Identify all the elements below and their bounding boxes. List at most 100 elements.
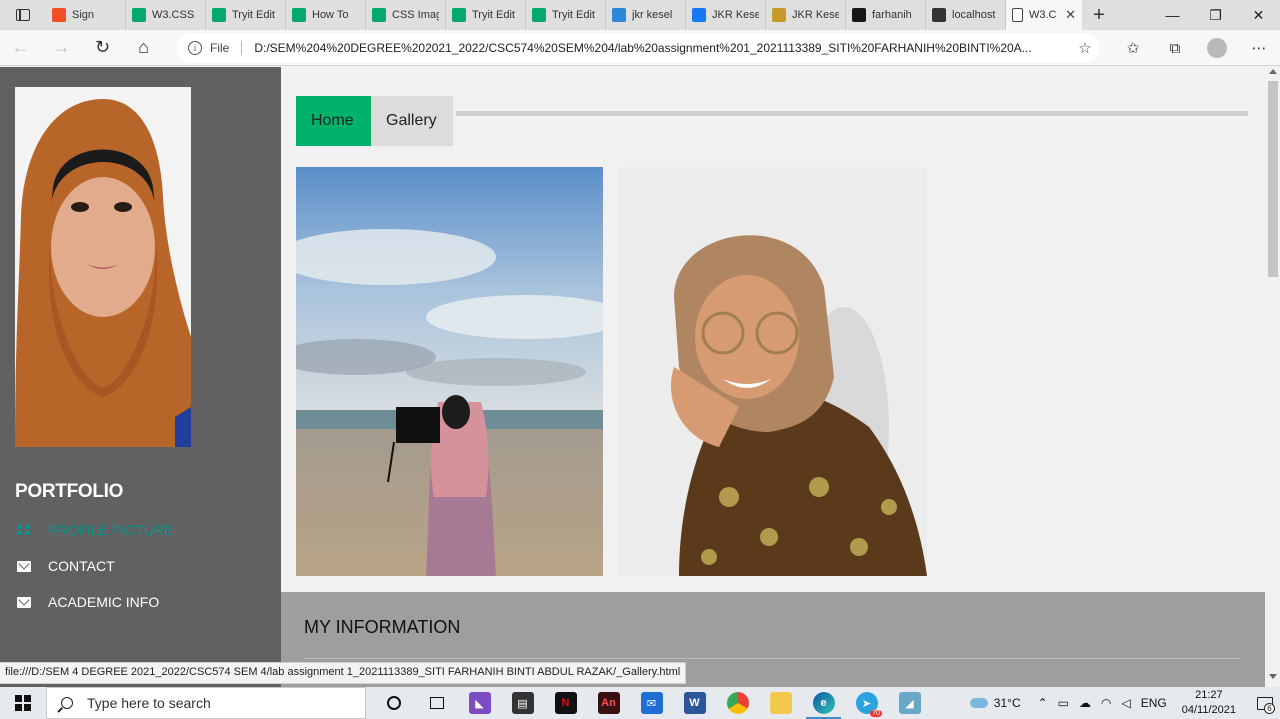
scroll-down-icon[interactable] (1269, 674, 1277, 679)
animate-icon[interactable]: An (587, 687, 630, 719)
netflix-icon[interactable]: N (544, 687, 587, 719)
nav-home[interactable]: Home (296, 96, 371, 146)
file-explorer-icon[interactable] (759, 687, 802, 719)
portrait-photo-image (619, 167, 927, 576)
profile-picture (15, 87, 191, 447)
info-icon[interactable]: i (188, 41, 202, 55)
browser-tab-label: jkr kesel (632, 9, 673, 21)
refresh-button[interactable]: ↻ (82, 37, 123, 58)
scroll-up-icon[interactable] (1269, 69, 1277, 74)
scrollbar-thumb[interactable] (1268, 81, 1278, 277)
add-favorite-icon[interactable]: ☆ (1070, 39, 1100, 57)
back-button[interactable]: ← (0, 37, 41, 58)
envelope-icon (17, 560, 31, 572)
main-content: Home Gallery MY INFORMATION (281, 67, 1265, 687)
browser-tab-active[interactable]: W3.C ✕ (1006, 0, 1082, 30)
status-url: file:///D:/SEM 4 DEGREE 2021_2022/CSC574… (0, 662, 687, 684)
taskbar-search[interactable]: Type here to search (46, 687, 366, 719)
onedrive-icon[interactable]: ☁ (1079, 696, 1091, 710)
browser-tab-label: JKR Kese (792, 9, 839, 21)
profile-avatar[interactable] (1207, 38, 1227, 58)
favorites-icon[interactable]: ✩ (1112, 39, 1154, 57)
browser-tab[interactable]: Tryit Edit (526, 0, 606, 30)
show-hidden-icons-icon[interactable]: ⌃ (1038, 696, 1048, 710)
weather-widget[interactable]: 31°C (969, 696, 1021, 710)
page-scrollbar[interactable] (1265, 67, 1280, 687)
maximize-button[interactable]: ❐ (1194, 0, 1237, 30)
section-title: MY INFORMATION (304, 617, 461, 637)
store-icon[interactable]: ▤ (501, 687, 544, 719)
url-text[interactable]: D:/SEM%204%20DEGREE%202021_2022/CSC574%2… (254, 41, 1070, 55)
telegram-icon[interactable]: ➤ 70 (845, 687, 888, 719)
search-placeholder: Type here to search (87, 695, 211, 711)
word-icon[interactable]: W (673, 687, 716, 719)
volume-icon[interactable]: ◁ (1122, 696, 1131, 710)
visual-studio-icon[interactable]: ◣ (458, 687, 501, 719)
close-tab-icon[interactable]: ✕ (1065, 7, 1076, 23)
clock[interactable]: 21:27 04/11/2021 (1182, 688, 1236, 718)
browser-tab[interactable]: JKR Kese (686, 0, 766, 30)
wifi-icon[interactable]: ◠ (1101, 696, 1111, 710)
cortana-icon[interactable] (372, 687, 415, 719)
close-window-button[interactable]: ✕ (1237, 0, 1280, 30)
browser-tab[interactable]: jkr kesel (606, 0, 686, 30)
language-indicator[interactable]: ENG (1141, 696, 1167, 710)
facebook-icon (692, 8, 706, 22)
sidebar-item-academic-info[interactable]: ACADEMIC INFO (17, 594, 159, 610)
settings-menu-icon[interactable]: ⋯ (1238, 39, 1280, 57)
browser-tab-label: JKR Kese (712, 9, 759, 21)
app-icon[interactable]: ◢ (888, 687, 931, 719)
tab-actions-icon (16, 9, 30, 21)
new-tab-button[interactable]: + (1082, 0, 1116, 30)
browser-tab[interactable]: Tryit Edit (446, 0, 526, 30)
browser-tab[interactable]: How To (286, 0, 366, 30)
github-icon (852, 8, 866, 22)
sidebar-title: PORTFOLIO (15, 481, 124, 502)
sidebar-item-contact[interactable]: CONTACT (17, 558, 115, 574)
gallery-photo-portrait (619, 167, 927, 576)
browser-tab[interactable]: W3.CSS (126, 0, 206, 30)
weather-icon (969, 698, 988, 708)
start-button[interactable] (0, 687, 46, 719)
taskbar: Type here to search ◣ ▤ N An ✉ W e ➤ 70 … (0, 687, 1280, 719)
notification-count: 6 (1264, 703, 1275, 714)
tab-actions-button[interactable] (0, 0, 46, 30)
sidebar-item-label: CONTACT (48, 558, 115, 574)
forward-button[interactable]: → (41, 37, 82, 58)
browser-tab-label: farhanih (872, 9, 912, 21)
browser-tab[interactable]: Sign (46, 0, 126, 30)
w3schools-icon (292, 8, 306, 22)
mail-icon[interactable]: ✉ (630, 687, 673, 719)
battery-icon[interactable]: ▭ (1058, 696, 1069, 710)
browser-tab-label: localhost (952, 9, 996, 21)
home-button[interactable]: ⌂ (123, 37, 164, 58)
edge-icon[interactable]: e (802, 687, 845, 719)
browser-tab[interactable]: farhanih (846, 0, 926, 30)
notification-center-button[interactable]: 6 (1250, 687, 1280, 719)
browser-tab-label: How To (312, 9, 349, 21)
windows-icon (52, 8, 66, 22)
beach-photo-image (296, 167, 603, 576)
browser-tab[interactable]: CSS Imag (366, 0, 446, 30)
task-view-icon[interactable] (415, 687, 458, 719)
section-divider (304, 658, 1240, 659)
collections-icon[interactable]: ⧉ (1154, 40, 1196, 57)
windows-logo-icon (15, 695, 31, 711)
chrome-icon[interactable] (716, 687, 759, 719)
w3schools-icon (212, 8, 226, 22)
browser-tab[interactable]: localhost (926, 0, 1006, 30)
browser-tab-strip: Sign W3.CSS Tryit Edit How To CSS Imag Tryit … (0, 0, 1280, 30)
w3schools-icon (372, 8, 386, 22)
browser-tab-label: W3.CSS (152, 9, 195, 21)
url-field[interactable]: i File D:/SEM%204%20DEGREE%202021_2022/C… (176, 33, 1100, 63)
browser-tab-label: Tryit Edit (472, 9, 515, 21)
search-icon (61, 697, 73, 709)
browser-tab-label: Tryit Edit (552, 9, 595, 21)
minimize-button[interactable]: — (1151, 0, 1194, 30)
sidebar-item-profile-picture[interactable]: PROFILE PICTURE (17, 522, 173, 538)
grid-icon (17, 524, 31, 536)
browser-tab[interactable]: Tryit Edit (206, 0, 286, 30)
page-icon (772, 8, 786, 22)
browser-tab[interactable]: JKR Kese (766, 0, 846, 30)
nav-gallery[interactable]: Gallery (371, 96, 453, 146)
